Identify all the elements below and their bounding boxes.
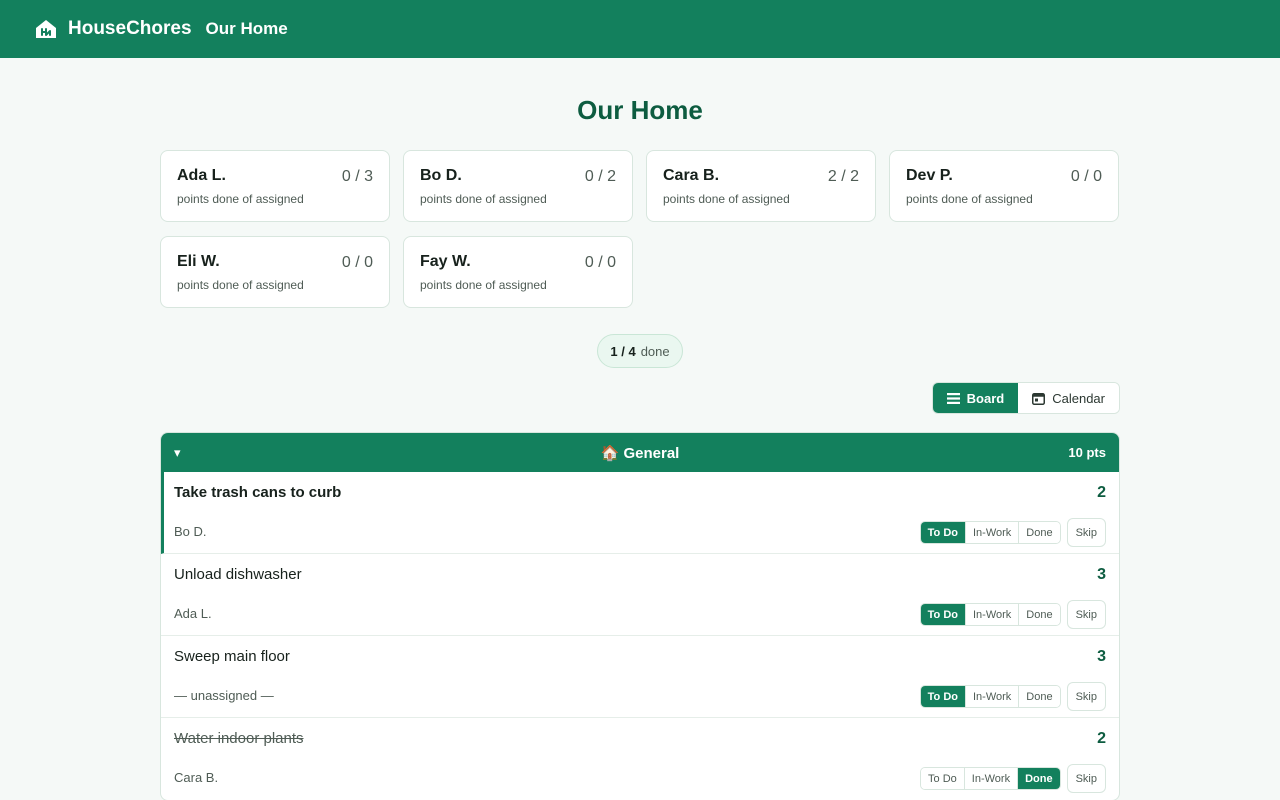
member-card: Dev P. 0 / 0 points done of assigned (889, 150, 1119, 222)
status-inwork-button[interactable]: In-Work (965, 522, 1020, 543)
chore-row: Take trash cans to curb 2 Bo D. To Do In… (161, 472, 1119, 554)
chore-assignee: — unassigned — (174, 688, 274, 703)
member-card: Bo D. 0 / 2 points done of assigned (403, 150, 633, 222)
status-selector: To Do In-Work Done (919, 685, 1061, 708)
status-inwork-button[interactable]: In-Work (964, 768, 1019, 789)
member-card: Cara B. 2 / 2 points done of assigned (646, 150, 876, 222)
chore-actions: To Do In-Work Done Skip (919, 600, 1106, 629)
member-subtitle: points done of assigned (663, 192, 790, 206)
member-subtitle: points done of assigned (420, 278, 547, 292)
member-score: 0 / 2 (584, 168, 616, 185)
house-logo-icon (35, 18, 57, 40)
progress-summary: 1 / 4 done (160, 334, 1120, 368)
chore-title: Take trash cans to curb (174, 484, 342, 501)
status-done-button[interactable]: Done (1019, 604, 1060, 625)
calendar-view-label: Calendar (1052, 390, 1105, 406)
member-score: 2 / 2 (827, 168, 859, 185)
member-score: 0 / 0 (584, 254, 616, 271)
chore-actions: To Do In-Work Done Skip (919, 518, 1106, 547)
member-card: Fay W. 0 / 0 points done of assigned (403, 236, 633, 308)
board-view-label: Board (966, 390, 1005, 406)
chore-row: Sweep main floor 3 — unassigned — To Do … (161, 636, 1119, 718)
status-inwork-button[interactable]: In-Work (965, 686, 1020, 707)
skip-button[interactable]: Skip (1066, 518, 1106, 547)
list-icon (946, 392, 960, 404)
progress-count: 1 / 4 (610, 343, 636, 359)
view-toggle-group: Board Calendar (931, 382, 1120, 414)
status-done-button[interactable]: Done (1019, 522, 1060, 543)
status-todo-button[interactable]: To Do (920, 604, 966, 625)
member-subtitle: points done of assigned (177, 192, 304, 206)
chore-actions: To Do In-Work Done Skip (920, 764, 1106, 793)
status-todo-button[interactable]: To Do (920, 522, 966, 543)
board-title: 🏠 General (600, 444, 680, 462)
view-toggle: Board Calendar (160, 382, 1120, 414)
status-selector: To Do In-Work Done (919, 603, 1061, 626)
member-subtitle: points done of assigned (420, 192, 547, 206)
chore-title: Water indoor plants (174, 730, 304, 747)
member-score: 0 / 3 (341, 168, 373, 185)
member-score: 0 / 0 (341, 254, 373, 271)
board-header[interactable]: ▾ 🏠 General 10 pts (161, 433, 1119, 472)
chore-points: 3 (1097, 566, 1106, 583)
collapse-chevron-icon[interactable]: ▾ (174, 445, 181, 461)
status-done-button[interactable]: Done (1018, 768, 1060, 789)
status-selector: To Do In-Work Done (920, 767, 1061, 790)
calendar-icon (1032, 392, 1046, 405)
board-view-button[interactable]: Board (932, 383, 1019, 413)
progress-pill: 1 / 4 done (597, 334, 683, 368)
brand-name[interactable]: HouseChores (68, 18, 192, 40)
chore-board-general: ▾ 🏠 General 10 pts Take trash cans to cu… (160, 432, 1120, 800)
member-card: Eli W. 0 / 0 points done of assigned (160, 236, 390, 308)
chore-assignee: Bo D. (174, 524, 207, 539)
status-todo-button[interactable]: To Do (921, 768, 965, 789)
home-nav-link[interactable]: Our Home (206, 19, 288, 39)
progress-label: done (640, 343, 670, 359)
status-done-button[interactable]: Done (1019, 686, 1060, 707)
chore-title: Unload dishwasher (174, 566, 302, 583)
member-subtitle: points done of assigned (177, 278, 304, 292)
board-points: 10 pts (1068, 445, 1106, 460)
chore-points: 2 (1097, 484, 1106, 501)
top-navigation-bar: HouseChores Our Home (0, 0, 1280, 58)
status-inwork-button[interactable]: In-Work (965, 604, 1020, 625)
chore-row: Water indoor plants 2 Cara B. To Do In-W… (161, 718, 1119, 800)
member-cards: Ada L. 0 / 3 points done of assigned Bo … (160, 150, 1120, 308)
status-todo-button[interactable]: To Do (920, 686, 966, 707)
main-content: Our Home Ada L. 0 / 3 points done of ass… (160, 95, 1120, 800)
chore-row: Unload dishwasher 3 Ada L. To Do In-Work… (161, 554, 1119, 636)
skip-button[interactable]: Skip (1066, 600, 1106, 629)
member-score: 0 / 0 (1070, 168, 1102, 185)
chore-points: 2 (1097, 730, 1106, 747)
status-selector: To Do In-Work Done (919, 521, 1061, 544)
chore-actions: To Do In-Work Done Skip (919, 682, 1106, 711)
member-card: Ada L. 0 / 3 points done of assigned (160, 150, 390, 222)
calendar-view-button[interactable]: Calendar (1018, 383, 1119, 413)
chore-assignee: Cara B. (174, 770, 219, 785)
page-title: Our Home (577, 95, 703, 125)
chore-points: 3 (1097, 648, 1106, 665)
chore-assignee: Ada L. (174, 606, 212, 621)
member-subtitle: points done of assigned (906, 192, 1033, 206)
skip-button[interactable]: Skip (1066, 682, 1106, 711)
skip-button[interactable]: Skip (1066, 764, 1106, 793)
chore-title: Sweep main floor (174, 648, 290, 665)
